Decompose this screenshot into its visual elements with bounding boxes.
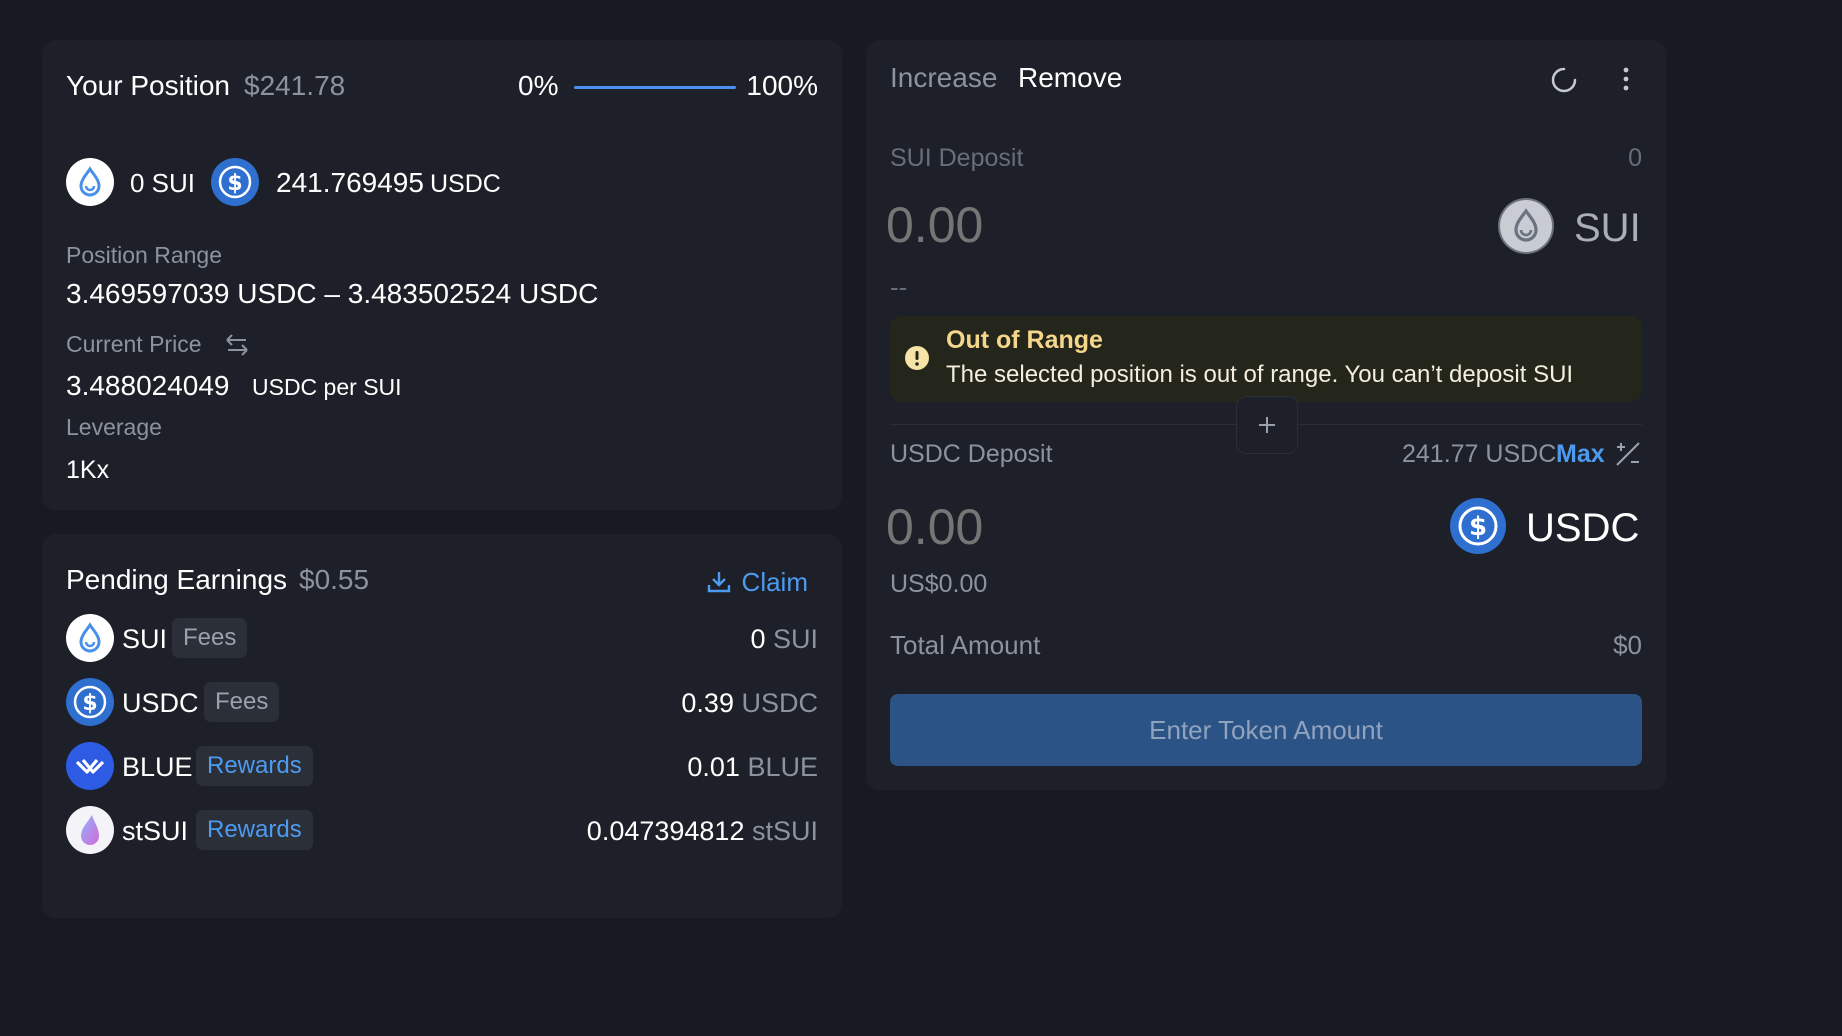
usdc-usd-value: US$0.00: [890, 570, 988, 598]
sui-token-icon: [1498, 198, 1554, 254]
tab-increase[interactable]: Increase: [890, 62, 997, 94]
token-name: stSUI: [122, 816, 189, 846]
earnings-amount-unit: BLUE: [747, 752, 818, 782]
earnings-amount-value: 0.39: [681, 688, 734, 718]
earnings-amount-value: 0.047394812: [586, 816, 745, 846]
token-name: USDC: [122, 688, 199, 718]
warning-icon: [904, 345, 930, 371]
earnings-amount-unit: SUI: [772, 624, 818, 654]
claim-label: Claim: [741, 566, 808, 597]
sui-deposit-label: SUI Deposit: [890, 144, 1024, 172]
sui-position-amount: 0 SUI: [130, 168, 196, 198]
blue-token-icon: [66, 742, 114, 790]
refresh-icon[interactable]: [1546, 62, 1582, 98]
sui-amount-input[interactable]: [886, 190, 1306, 260]
svg-text:$: $: [1469, 512, 1487, 542]
position-range-label: Position Range: [66, 242, 222, 268]
claim-button[interactable]: Claim: [706, 564, 808, 600]
sui-icon: [66, 158, 114, 206]
position-value: $241.78: [244, 70, 346, 101]
max-button[interactable]: Max: [1556, 440, 1605, 469]
download-icon: [706, 569, 732, 595]
token-name: BLUE: [122, 752, 193, 782]
swap-price-icon[interactable]: [224, 332, 250, 358]
range-bar: [574, 86, 736, 89]
sui-usd-value: --: [890, 272, 908, 302]
earnings-amount: 0.39 USDC: [681, 688, 818, 719]
usdc-token-label: USDC: [1526, 506, 1640, 550]
sui-icon: [66, 614, 114, 662]
earnings-amount: 0 SUI: [750, 624, 818, 655]
earnings-amount: 0.047394812 stSUI: [587, 816, 818, 847]
usdc-position-unit: USDC: [430, 170, 501, 198]
svg-text:$: $: [82, 691, 97, 716]
position-title: Your Position: [66, 70, 230, 101]
usdc-icon: $: [211, 158, 259, 206]
rewards-tag: Rewards: [196, 746, 313, 786]
stsui-icon: [66, 806, 114, 854]
total-amount-label: Total Amount: [890, 630, 1041, 660]
usdc-icon: $: [66, 678, 114, 726]
sui-token-label: SUI: [1574, 206, 1641, 250]
current-price-unit: USDC per SUI: [252, 374, 402, 400]
earnings-amount-value: 0: [750, 624, 766, 654]
tab-remove[interactable]: Remove: [1018, 62, 1122, 94]
range-min-label: 0%: [518, 70, 559, 101]
plus-icon: [1236, 396, 1298, 454]
earnings-title: Pending Earnings: [66, 564, 288, 595]
earnings-value: $0.55: [299, 564, 370, 595]
range-max-label: 100%: [746, 70, 818, 101]
earnings-amount-unit: USDC: [741, 688, 818, 718]
position-card: Your Position $241.78 0% 100% 0 SUI $ 24…: [42, 40, 842, 510]
usdc-balance: 241.77 USDC: [1402, 440, 1557, 468]
current-price-label: Current Price: [66, 331, 202, 357]
total-amount-value: $0: [1613, 630, 1642, 660]
earnings-row-usdc: $ USDC Fees 0.39 USDC: [42, 678, 842, 742]
svg-text:$: $: [227, 171, 242, 196]
rewards-tag: Rewards: [196, 810, 313, 850]
out-of-range-alert: Out of Range The selected position is ou…: [890, 316, 1642, 402]
earnings-amount-value: 0.01: [687, 752, 740, 782]
fees-tag: Fees: [172, 618, 248, 658]
earnings-row-blue: BLUE Rewards 0.01 BLUE: [42, 742, 842, 806]
earnings-row-sui: SUI Fees 0 SUI: [42, 614, 842, 678]
usdc-amount-input[interactable]: [886, 492, 1306, 562]
percent-toggle-icon[interactable]: [1614, 440, 1642, 468]
fees-tag: Fees: [204, 682, 280, 722]
token-name: SUI: [122, 624, 168, 654]
usdc-token-icon: $: [1450, 498, 1506, 554]
earnings-row-stsui: stSUI Rewards 0.047394812 stSUI: [42, 806, 842, 870]
sui-balance: 0: [1628, 144, 1642, 172]
leverage-value: 1Kx: [66, 456, 110, 484]
earnings-amount: 0.01 BLUE: [687, 752, 818, 783]
usdc-position-amount: 241.769495: [276, 167, 424, 198]
earnings-card: Pending Earnings $0.55 Claim SUI Fees 0 …: [42, 534, 842, 918]
more-options-icon[interactable]: [1618, 64, 1634, 96]
enter-token-amount-button[interactable]: Enter Token Amount: [890, 694, 1642, 766]
usdc-deposit-label: USDC Deposit: [890, 440, 1053, 468]
leverage-label: Leverage: [66, 414, 162, 440]
position-range-value: 3.469597039 USDC – 3.483502524 USDC: [66, 278, 599, 309]
earnings-amount-unit: stSUI: [751, 816, 818, 846]
manage-liquidity-card: Increase Remove SUI Deposit 0 SUI -- Out…: [866, 40, 1666, 790]
alert-message: The selected position is out of range. Y…: [946, 361, 1574, 388]
alert-title: Out of Range: [946, 326, 1103, 354]
current-price-value: 3.488024049: [66, 370, 230, 401]
